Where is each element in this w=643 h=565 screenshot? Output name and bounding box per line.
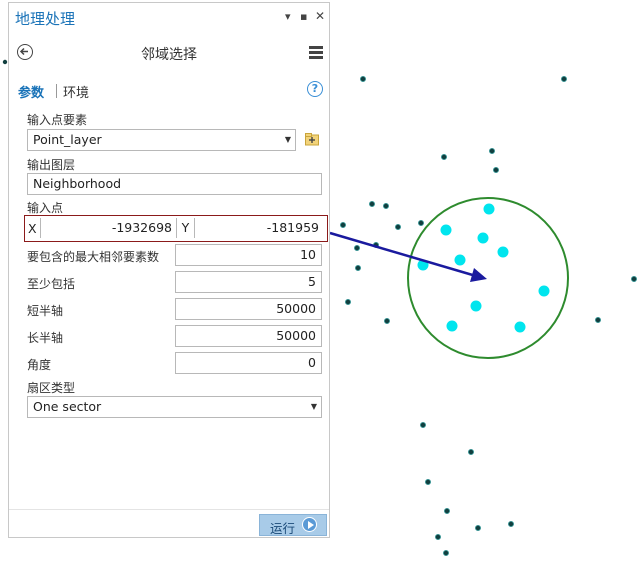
map-point — [507, 521, 514, 528]
map-point — [368, 200, 375, 207]
selected-point — [470, 300, 482, 312]
map-point — [492, 166, 499, 173]
map-point — [595, 316, 602, 323]
major-axis-input[interactable]: 50000 — [175, 325, 322, 347]
input-point-label: 输入点 — [27, 201, 64, 215]
help-icon[interactable]: ? — [307, 81, 323, 97]
map-point — [442, 550, 449, 557]
max-neighbors-label: 要包含的最大相邻要素数 — [27, 250, 160, 264]
min-neighbors-label: 至少包括 — [27, 277, 76, 291]
x-label: X — [28, 221, 37, 236]
output-layer-value: Neighborhood — [33, 176, 122, 191]
y-coordinate-input[interactable]: -181959 — [195, 218, 323, 238]
input-features-label: 输入点要素 — [27, 113, 88, 127]
sector-type-label: 扇区类型 — [27, 381, 76, 395]
pane-options-dropdown-icon[interactable]: ▾ — [285, 10, 291, 23]
selected-point — [454, 254, 466, 266]
map-point — [382, 202, 389, 209]
input-features-select[interactable]: Point_layer ▼ — [27, 129, 296, 151]
tab-environments[interactable]: 环境 — [63, 82, 89, 101]
map-point — [440, 153, 447, 160]
close-icon[interactable]: ✕ — [315, 9, 325, 23]
map-point — [488, 147, 495, 154]
selected-point — [514, 321, 526, 333]
pane-title: 地理处理 — [15, 10, 76, 28]
max-neighbors-input[interactable]: 10 — [175, 244, 322, 266]
selected-point — [440, 224, 452, 236]
map-point — [434, 534, 441, 541]
map-point — [417, 219, 424, 226]
selected-points — [417, 203, 550, 333]
run-button-label: 运行 — [270, 521, 296, 536]
map-point — [631, 275, 638, 282]
browse-folder-icon[interactable] — [305, 132, 319, 146]
map-point — [359, 76, 366, 83]
x-coordinate-input[interactable]: -1932698 — [40, 218, 176, 238]
map-point — [354, 264, 361, 271]
chevron-down-icon: ▼ — [284, 135, 291, 144]
map-point — [339, 221, 346, 228]
map-point — [561, 76, 568, 83]
footer-divider — [9, 509, 329, 510]
geoprocessing-pane: 地理处理 ▾ ▪ ✕ 邻域选择 参数 环境 ? 输入点要素 Point_laye… — [8, 2, 330, 538]
map-point — [467, 448, 474, 455]
minor-axis-input[interactable]: 50000 — [175, 298, 322, 320]
map-point — [344, 298, 351, 305]
output-layer-label: 输出图层 — [27, 158, 76, 172]
map-point — [419, 421, 426, 428]
major-axis-label: 长半轴 — [27, 331, 64, 345]
tool-title: 邻域选择 — [141, 47, 197, 63]
map-point — [394, 223, 401, 230]
map-point — [424, 478, 431, 485]
angle-label: 角度 — [27, 358, 52, 372]
map-point — [383, 317, 390, 324]
selected-point — [483, 203, 495, 215]
selected-point — [497, 246, 509, 258]
tab-parameters[interactable]: 参数 — [18, 82, 44, 101]
y-label: Y — [176, 218, 195, 238]
chevron-down-icon: ▼ — [310, 402, 317, 411]
map-point — [443, 507, 450, 514]
min-neighbors-input[interactable]: 5 — [175, 271, 322, 293]
map-point — [474, 525, 481, 532]
selected-point — [477, 232, 489, 244]
pane-title-bar: 地理处理 ▾ ▪ ✕ — [9, 3, 329, 31]
run-button[interactable]: 运行 — [259, 514, 327, 536]
hamburger-menu-icon[interactable] — [309, 46, 323, 59]
angle-input[interactable]: 0 — [175, 352, 322, 374]
minor-axis-label: 短半轴 — [27, 304, 64, 318]
output-layer-input[interactable]: Neighborhood — [27, 173, 322, 195]
map-point — [2, 59, 8, 65]
sector-type-value: One sector — [33, 399, 102, 414]
neighborhood-circle — [407, 197, 569, 359]
input-point-coordinates: X -1932698 Y -181959 — [24, 215, 328, 242]
sector-type-select[interactable]: One sector ▼ — [27, 396, 322, 418]
selected-point — [446, 320, 458, 332]
selected-point — [538, 285, 550, 297]
input-features-value: Point_layer — [33, 132, 102, 147]
pin-icon[interactable]: ▪ — [300, 10, 307, 23]
map-point — [353, 244, 360, 251]
play-icon — [302, 517, 317, 532]
tab-separator — [56, 84, 57, 98]
